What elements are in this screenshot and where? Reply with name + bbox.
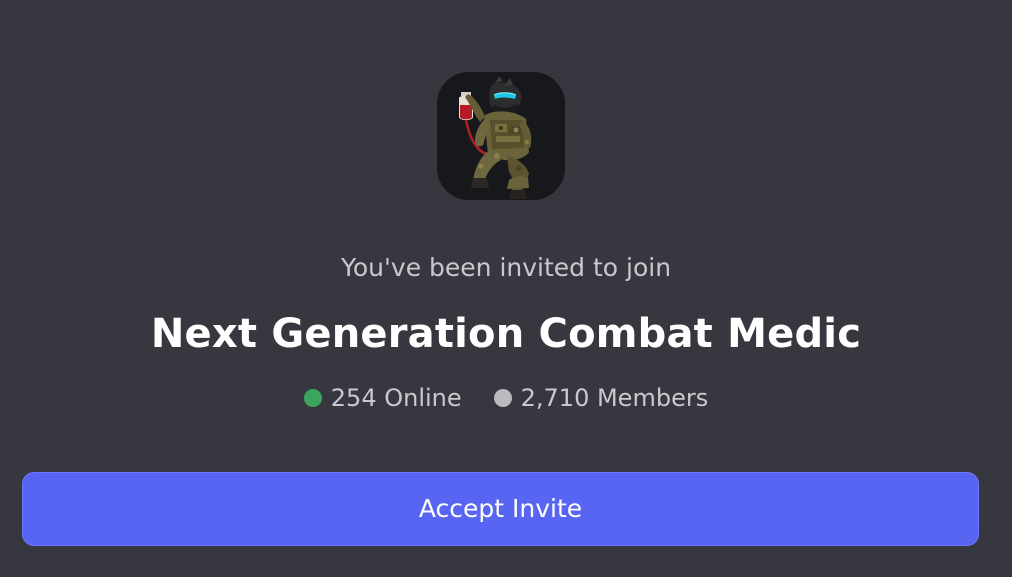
server-name: Next Generation Combat Medic [150, 311, 862, 357]
member-count-label: 2,710 Members [520, 384, 709, 412]
invite-card: You've been invited to join Next Generat… [0, 0, 1012, 577]
member-count: 2,710 Members [493, 382, 709, 414]
accept-invite-button[interactable]: Accept Invite [22, 472, 979, 546]
member-status-dot-icon [493, 389, 512, 407]
server-icon [437, 72, 565, 200]
server-stats: 254 Online 2,710 Members [0, 382, 1012, 414]
invite-intro-text: You've been invited to join [340, 253, 672, 282]
online-count-label: 254 Online [330, 384, 462, 412]
online-status-dot-icon [303, 389, 322, 407]
combat-medic-avatar-icon [437, 72, 565, 200]
online-count: 254 Online [303, 382, 462, 414]
